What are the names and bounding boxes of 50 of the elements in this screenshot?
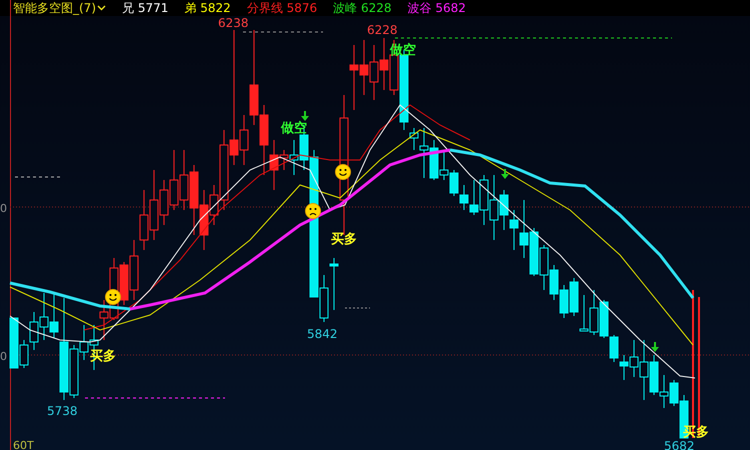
candlestick [170,150,178,210]
candlestick [450,170,458,196]
candlestick [40,292,48,340]
candlestick [130,240,138,300]
candlestick [330,258,338,310]
frowning-face-icon [305,203,321,219]
price-label: 5682 [664,439,695,450]
candlestick [540,244,548,290]
legend-value: 分界线 5876 [246,0,318,16]
candlestick [180,150,188,210]
price-label: 6228 [367,23,398,37]
smiley-face-icon [335,164,351,180]
candlestick [550,264,558,300]
candlestick [610,334,618,362]
signal-label: 买多 [331,232,357,247]
candlestick [480,174,488,226]
candlestick [570,278,578,316]
candlestick [440,150,448,180]
candlestick [660,374,668,408]
candlestick [530,228,538,276]
down-arrow-icon [501,169,509,179]
candlestick [380,38,388,90]
down-arrow-icon [301,111,309,121]
candlestick [580,294,588,332]
candlestick [190,164,198,236]
candlestick [260,104,268,176]
legend-value: 波谷 5682 [408,0,466,16]
candlestick [370,44,378,100]
smiley-face-icon [105,289,121,305]
candlestick [600,300,608,338]
price-label: 5842 [307,327,338,341]
indicator-title: 智能多空图_(7) [13,0,96,16]
candlestick [470,180,478,216]
candlestick [460,184,468,210]
axis-label: 60T [13,439,34,450]
candlestick [140,190,148,250]
chevron-down-icon[interactable] [97,5,106,11]
candlestick [590,290,598,336]
legend-value: 弟 5822 [184,0,231,16]
axis-label: 0 [0,350,7,363]
legend-value: 波峰 6228 [333,0,392,16]
down-arrow-icon [651,342,659,352]
candlestick [560,284,568,318]
candlestick [360,40,368,96]
price-label: 6238 [218,16,249,30]
candlestick [430,140,438,180]
candlestick [30,312,38,350]
legend-value: 兄 5771 [122,0,168,16]
price-label: 5738 [47,404,78,418]
axis-label: 0 [0,202,7,215]
